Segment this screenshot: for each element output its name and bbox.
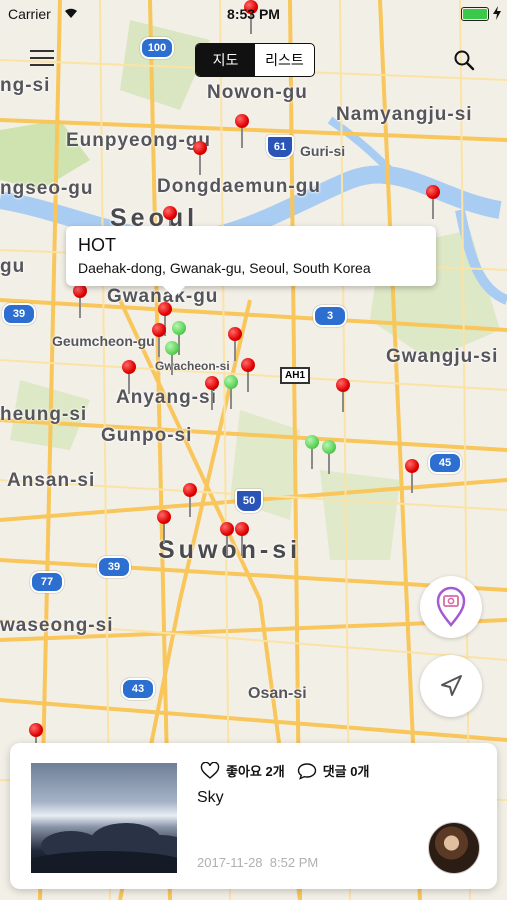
- status-bar: Carrier 8:53 PM: [0, 0, 507, 28]
- map-label: ngseo-gu: [0, 178, 94, 199]
- heart-icon: [200, 761, 220, 779]
- author-avatar[interactable]: [428, 822, 480, 874]
- map-pin[interactable]: [220, 522, 234, 556]
- map-pin[interactable]: [305, 435, 319, 469]
- post-title: Sky: [197, 789, 224, 806]
- map-pin[interactable]: [205, 376, 219, 410]
- likes-count: 좋아요 2개: [226, 764, 285, 779]
- comments-count: 댓글 0개: [322, 764, 370, 779]
- map-pin[interactable]: [157, 510, 171, 544]
- clock: 8:53 PM: [227, 6, 280, 22]
- view-mode-segmented-control[interactable]: 지도 리스트: [195, 43, 315, 77]
- highway-shield: 61: [266, 135, 294, 159]
- like-button[interactable]: 좋아요 2개: [200, 761, 285, 780]
- menu-button[interactable]: [30, 50, 54, 68]
- route-shield: 77: [30, 571, 64, 593]
- search-icon[interactable]: [452, 48, 476, 72]
- map-pin[interactable]: [165, 341, 179, 375]
- charging-icon: [493, 6, 501, 20]
- map-pin[interactable]: [152, 323, 166, 357]
- map-label: Osan-si: [248, 685, 307, 702]
- hamburger-icon: [30, 50, 54, 52]
- comment-bubble-icon: [297, 762, 316, 780]
- map-pin[interactable]: [322, 440, 336, 474]
- map-label: ng-si: [0, 75, 51, 96]
- battery-icon: [461, 7, 489, 21]
- map-label: waseong-si: [0, 615, 114, 636]
- map-pin[interactable]: [405, 459, 419, 493]
- route-shield: 3: [313, 305, 347, 327]
- map-label: Geumcheon-gu: [52, 333, 155, 349]
- map-label: Gunpo-si: [101, 425, 193, 446]
- map-pin[interactable]: [193, 141, 207, 175]
- location-callout[interactable]: HOT Daehak-dong, Gwanak-gu, Seoul, South…: [66, 226, 436, 286]
- map-pin[interactable]: [183, 483, 197, 517]
- post-thumbnail[interactable]: [31, 763, 177, 873]
- map-pin[interactable]: [235, 114, 249, 148]
- tab-map[interactable]: 지도: [196, 44, 255, 76]
- map-pin[interactable]: [172, 321, 186, 355]
- asian-highway-shield: AH1: [280, 367, 311, 384]
- route-shield: 43: [121, 678, 155, 700]
- map-pin[interactable]: [29, 723, 43, 757]
- map-pin[interactable]: [241, 358, 255, 392]
- map-label: Dongdaemun-gu: [157, 176, 321, 197]
- map-label: Anyang-si: [116, 387, 217, 408]
- map-label: Nowon-gu: [207, 82, 308, 103]
- map-pin[interactable]: [158, 302, 172, 336]
- callout-title: HOT: [78, 235, 116, 255]
- add-photo-location-button[interactable]: [420, 576, 482, 638]
- map-label: Suwon-si: [158, 536, 302, 564]
- highway-shield: 50: [235, 489, 263, 513]
- callout-address: Daehak-dong, Gwanak-gu, Seoul, South Kor…: [78, 260, 371, 276]
- map-label: heung-si: [0, 404, 88, 425]
- map-label: Gwangju-si: [386, 346, 499, 367]
- map-label: Namyangju-si: [336, 104, 473, 125]
- map-pin[interactable]: [235, 522, 249, 556]
- map-pin[interactable]: [426, 185, 440, 219]
- route-shield: 39: [2, 303, 36, 325]
- map-label: gu: [0, 256, 26, 277]
- my-location-button[interactable]: [420, 655, 482, 717]
- location-arrow-icon: [441, 675, 462, 696]
- post-preview-card[interactable]: 좋아요 2개 댓글 0개 Sky 2017-11-28 8:52 PM: [10, 743, 497, 889]
- route-shield: 45: [428, 452, 462, 474]
- photo-pin-icon: [436, 586, 466, 627]
- tab-list[interactable]: 리스트: [255, 44, 314, 76]
- map-pin[interactable]: [122, 360, 136, 394]
- map-label: Gwacheon-si: [155, 359, 230, 373]
- map-pin[interactable]: [228, 327, 242, 361]
- route-shield: 100: [140, 37, 174, 59]
- map-label: Ansan-si: [7, 470, 96, 491]
- map-label: Eunpyeong-gu: [66, 130, 211, 151]
- map-pin[interactable]: [336, 378, 350, 412]
- comment-button[interactable]: 댓글 0개: [297, 761, 370, 780]
- route-shield: 39: [97, 556, 131, 578]
- map-pin[interactable]: [73, 284, 87, 318]
- map-label: Guri-si: [300, 143, 346, 159]
- post-timestamp: 2017-11-28 8:52 PM: [197, 855, 319, 870]
- map-pin[interactable]: [163, 206, 177, 240]
- map-pin[interactable]: [224, 375, 238, 409]
- post-stats: 좋아요 2개 댓글 0개: [200, 761, 381, 780]
